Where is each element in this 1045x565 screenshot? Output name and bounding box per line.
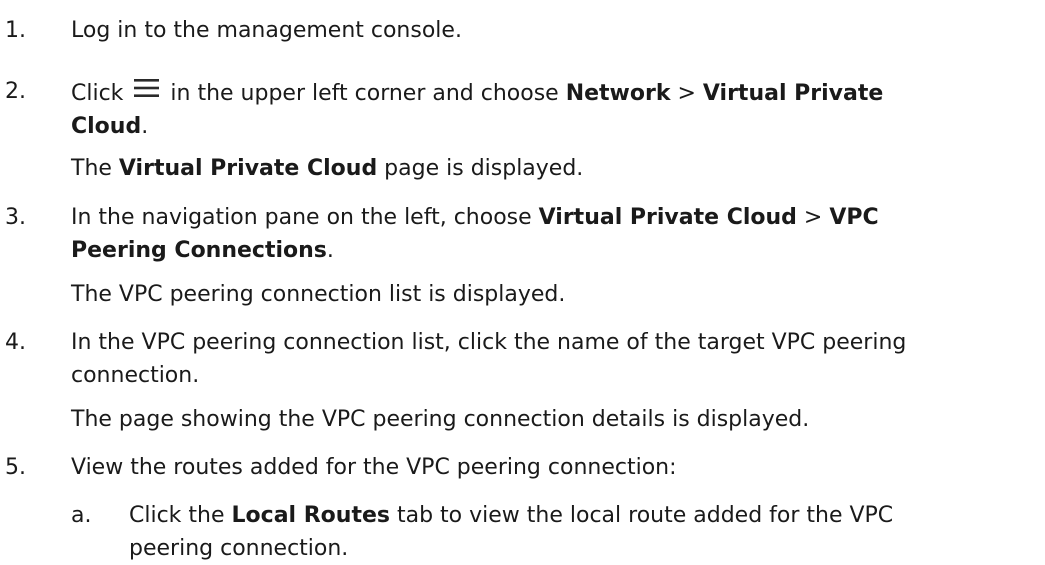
step-text: In the VPC peering connection list, clic… (71, 326, 1031, 392)
step-text: View the routes added for the VPC peerin… (71, 451, 1031, 484)
step-text-segment: > (796, 205, 830, 230)
menu-path-peering: VPC (829, 205, 879, 230)
result-text-segment: The page showing the VPC peering connect… (71, 407, 810, 432)
step-text-segment: in the upper left corner and choose (163, 81, 566, 106)
tab-name-local-routes: Local Routes (231, 503, 390, 528)
menu-icon (134, 75, 160, 97)
menu-path-peering-cont: Peering Connections (71, 238, 327, 263)
substep-text: Click the Local Routes tab to view the l… (129, 499, 1034, 565)
step-text-segment: peering connection. (129, 536, 349, 561)
step-text-segment: Log in to the management console. (71, 18, 462, 43)
step-text-segment: Click (71, 81, 124, 106)
result-page-name: Virtual Private Cloud (118, 156, 378, 181)
step-text-segment: In the VPC peering connection list, clic… (71, 330, 907, 355)
step-3-result: The VPC peering connection list is displ… (71, 278, 1031, 311)
step-text-segment: . (141, 114, 149, 139)
step-text-segment: . (326, 238, 334, 263)
step-text-segment: connection. (71, 363, 200, 388)
result-text-segment: The (71, 156, 119, 181)
step-number: 1. (5, 18, 26, 43)
step-4-result: The page showing the VPC peering connect… (71, 403, 1031, 436)
step-2-result: The Virtual Private Cloud page is displa… (71, 152, 1031, 185)
step-text: In the navigation pane on the left, choo… (71, 201, 1031, 267)
step-number: 2. (5, 79, 26, 104)
result-text-segment: page is displayed. (377, 156, 584, 181)
substep-number: a. (71, 503, 92, 528)
step-number: 3. (5, 205, 26, 230)
step-number: 5. (5, 455, 26, 480)
step-number: 4. (5, 330, 26, 355)
step-text: Log in to the management console. (71, 14, 1031, 47)
menu-path-network: Network (565, 81, 671, 106)
menu-path-vpc: Virtual Private (702, 81, 884, 106)
step-text-segment: Click the (129, 503, 232, 528)
step-text: Click in the upper left corner and choos… (71, 75, 1031, 143)
procedure-steps: 1. Log in to the management console. 2. … (0, 0, 1045, 561)
menu-path-vpc: Virtual Private Cloud (538, 205, 797, 230)
step-text-segment: > (670, 81, 703, 106)
step-text-segment: tab to view the local route added for th… (389, 503, 894, 528)
menu-path-vpc-cont: Cloud (71, 114, 142, 139)
step-text-segment: In the navigation pane on the left, choo… (71, 205, 539, 230)
result-text-segment: The VPC peering connection list is displ… (71, 282, 566, 307)
step-text-segment: View the routes added for the VPC peerin… (71, 455, 677, 480)
